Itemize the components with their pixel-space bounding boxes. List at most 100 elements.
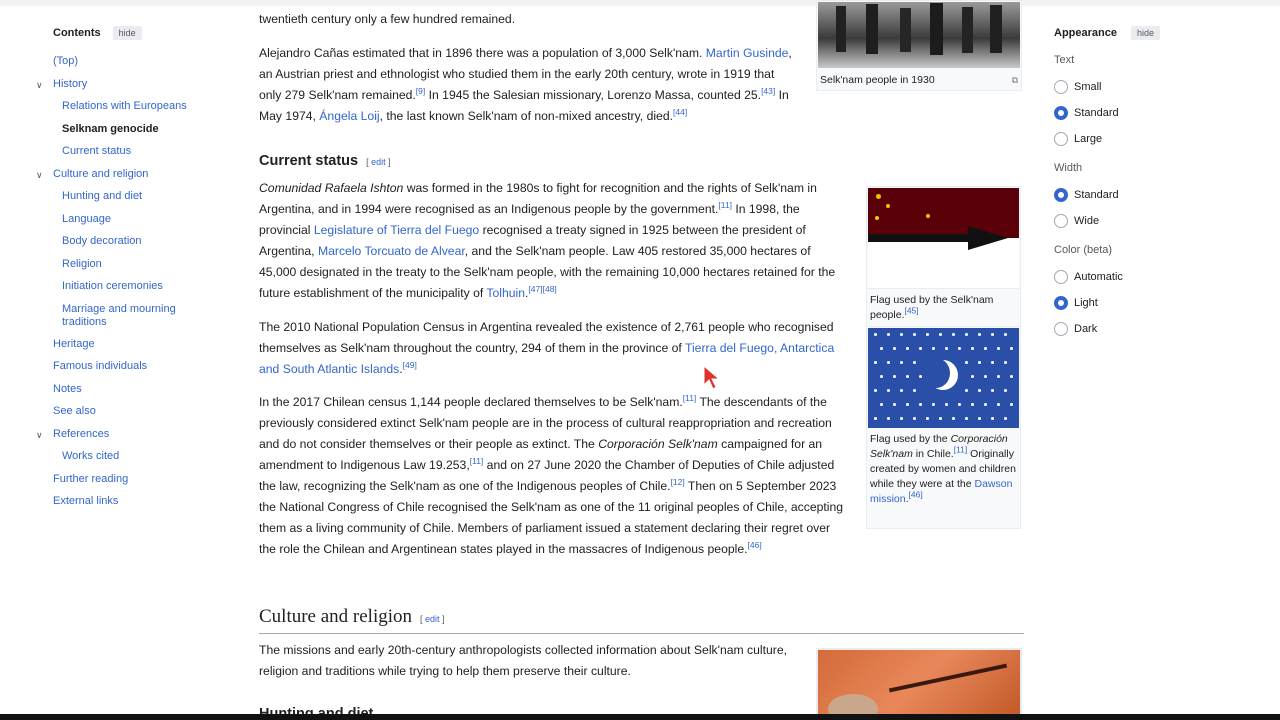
- width-option-standard[interactable]: Standard: [1054, 182, 1254, 208]
- ref[interactable]: [11]: [470, 456, 484, 466]
- chevron-down-icon[interactable]: ∨: [36, 168, 53, 182]
- flag-star: [997, 375, 1000, 378]
- toc-item-religion[interactable]: Religion: [36, 255, 236, 278]
- ref[interactable]: [11]: [954, 445, 968, 455]
- toc-item-top[interactable]: (Top): [36, 52, 236, 75]
- chevron-down-icon[interactable]: ∨: [36, 78, 53, 92]
- color-label: Color (beta): [1054, 244, 1113, 256]
- option-label: Large: [1074, 133, 1103, 145]
- flag-star: [1010, 347, 1013, 350]
- flag-star: [880, 375, 883, 378]
- radio-button[interactable]: [1054, 106, 1068, 120]
- width-label: Width: [1054, 162, 1083, 174]
- edit-section-link[interactable]: [ edit ]: [366, 157, 391, 167]
- photo-selknam-people[interactable]: [818, 2, 1020, 68]
- toc-item-history[interactable]: ∨ History: [36, 75, 236, 98]
- ref[interactable]: [47][48]: [528, 284, 556, 294]
- radio-button[interactable]: [1054, 188, 1068, 202]
- toc-item-culture-and-religion[interactable]: ∨ Culture and religion: [36, 165, 236, 188]
- flag-star: [978, 361, 981, 364]
- toc-item-see-also[interactable]: See also: [36, 402, 236, 425]
- text: The missions and early 20th-century anth…: [259, 643, 788, 678]
- link-tolhuin[interactable]: Tolhuin: [486, 286, 525, 300]
- paragraph-argentina-recognition: Comunidad Rafaela Ishton was formed in t…: [259, 178, 844, 304]
- radio-button[interactable]: [1054, 214, 1068, 228]
- toc-item-language[interactable]: Language: [36, 210, 236, 233]
- width-option-wide[interactable]: Wide: [1054, 208, 1254, 234]
- flag-star: [913, 333, 916, 336]
- radio-button[interactable]: [1054, 296, 1068, 310]
- toc-item-label: Selknam genocide: [62, 122, 159, 135]
- toc-item-marriage-and-mourning-traditions[interactable]: Marriage and mourning traditions: [36, 300, 236, 335]
- color-option-light[interactable]: Light: [1054, 290, 1254, 316]
- toc-item-external-links[interactable]: External links: [36, 492, 236, 515]
- flag-star: [958, 347, 961, 350]
- toc-hide-button[interactable]: hide: [112, 26, 142, 40]
- radio-button[interactable]: [1054, 132, 1068, 146]
- link-legislature-tierra-del-fuego[interactable]: Legislature of Tierra del Fuego: [314, 223, 479, 237]
- figure-caption: Flag used by the Selk'nam people.[45]: [867, 290, 1020, 326]
- toc-item-current-status[interactable]: Current status: [36, 142, 236, 165]
- toc-item-label: Body decoration: [62, 235, 142, 247]
- flag-star: [1004, 333, 1007, 336]
- radio-button[interactable]: [1054, 80, 1068, 94]
- toc-item-relations-with-europeans[interactable]: Relations with Europeans: [36, 97, 236, 120]
- toc-item-initiation-ceremonies[interactable]: Initiation ceremonies: [36, 277, 236, 300]
- ref[interactable]: [45]: [904, 306, 918, 316]
- link-marcelo-alvear[interactable]: Marcelo Torcuato de Alvear: [318, 244, 465, 258]
- toc-item-hunting-and-diet[interactable]: Hunting and diet: [36, 187, 236, 210]
- toc-item-famous-individuals[interactable]: Famous individuals: [36, 357, 236, 380]
- flag-corporacion-image[interactable]: [868, 328, 1019, 428]
- photo-culture-artifact[interactable]: [818, 650, 1020, 714]
- flag-star: [880, 403, 883, 406]
- toc-item-works-cited[interactable]: Works cited: [36, 447, 236, 470]
- chevron-down-icon[interactable]: ∨: [36, 428, 53, 442]
- ref[interactable]: [46]: [909, 490, 923, 500]
- ref[interactable]: [11]: [683, 393, 697, 403]
- toc-item-body-decoration[interactable]: Body decoration: [36, 232, 236, 255]
- link-angela-loij[interactable]: Ángela Loij: [319, 109, 379, 123]
- color-option-automatic[interactable]: Automatic: [1054, 264, 1254, 290]
- radio-button[interactable]: [1054, 270, 1068, 284]
- appearance-header: Appearance hide: [1054, 22, 1254, 44]
- toc-item-label: Current status: [62, 145, 132, 157]
- toc-item-further-reading[interactable]: Further reading: [36, 470, 236, 493]
- flag-star: [893, 375, 896, 378]
- toc-item-selknam-genocide[interactable]: Selknam genocide: [36, 120, 236, 143]
- link-martin-gusinde[interactable]: Martin Gusinde: [706, 46, 789, 60]
- text-option-standard[interactable]: Standard: [1054, 100, 1254, 126]
- ref[interactable]: [9]: [416, 86, 425, 96]
- color-option-dark[interactable]: Dark: [1054, 316, 1254, 342]
- toc-item-label: See also: [53, 405, 96, 417]
- toc-item-heritage[interactable]: Heritage: [36, 335, 236, 358]
- toc-item-references[interactable]: ∨ References: [36, 425, 236, 448]
- bracket: ]: [385, 157, 391, 167]
- toc-item-label: Further reading: [53, 472, 129, 485]
- flag-star: [880, 347, 883, 350]
- flag-star: [913, 361, 916, 364]
- flag-star: [906, 403, 909, 406]
- enlarge-icon[interactable]: ⧉: [1012, 73, 1018, 88]
- caption-text: in Chile.: [912, 448, 954, 460]
- toc-item-notes[interactable]: Notes: [36, 380, 236, 403]
- flag-selknam-image[interactable]: [868, 188, 1019, 289]
- caption-text: Flag used by the: [870, 433, 951, 445]
- radio-button[interactable]: [1054, 322, 1068, 336]
- edit-section-link[interactable]: [ edit ]: [420, 614, 445, 624]
- photo-silhouette: [866, 4, 878, 54]
- toc-item-label: Heritage: [53, 337, 95, 350]
- section-divider: [259, 633, 1024, 634]
- text-option-small[interactable]: Small: [1054, 74, 1254, 100]
- bracket: ]: [439, 614, 445, 624]
- ref[interactable]: [46]: [748, 540, 762, 550]
- flag-star: [886, 204, 890, 208]
- text-size-options: Small Standard Large: [1054, 74, 1254, 152]
- ref[interactable]: [44]: [673, 107, 687, 117]
- text-option-large[interactable]: Large: [1054, 126, 1254, 152]
- ref[interactable]: [43]: [761, 86, 775, 96]
- appearance-hide-button[interactable]: hide: [1130, 26, 1160, 40]
- ref[interactable]: [11]: [718, 200, 732, 210]
- flag-star: [1004, 389, 1007, 392]
- ref[interactable]: [12]: [671, 477, 685, 487]
- ref[interactable]: [49]: [403, 360, 417, 370]
